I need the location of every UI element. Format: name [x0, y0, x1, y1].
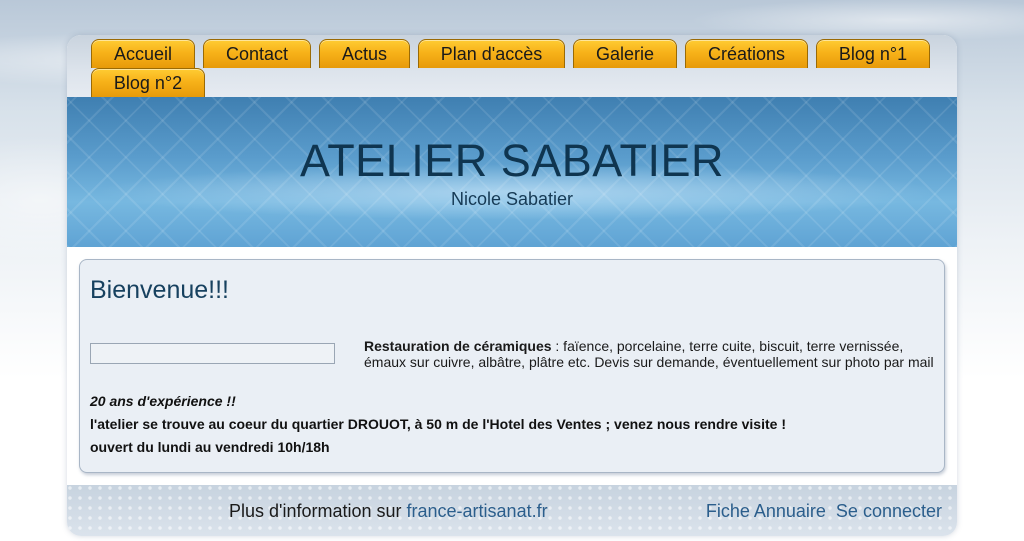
header-banner: ATELIER SABATIER Nicole Sabatier [67, 97, 957, 247]
services-description: Restauration de céramiques : faïence, po… [364, 338, 934, 370]
location-text: l'atelier se trouve au coeur du quartier… [90, 416, 786, 432]
footer-info: Plus d'information sur france-artisanat.… [229, 501, 548, 522]
tab-blog-2[interactable]: Blog n°2 [91, 68, 205, 97]
tab-galerie[interactable]: Galerie [573, 39, 677, 68]
tab-creations[interactable]: Créations [685, 39, 808, 68]
fiche-annuaire-link[interactable]: Fiche Annuaire [706, 501, 826, 521]
footer: Plus d'information sur france-artisanat.… [67, 485, 957, 536]
tab-contact[interactable]: Contact [203, 39, 311, 68]
tab-accueil[interactable]: Accueil [91, 39, 195, 68]
tab-blog-1[interactable]: Blog n°1 [816, 39, 930, 68]
main-navigation: Accueil Contact Actus Plan d'accès Galer… [67, 35, 957, 97]
welcome-panel: Bienvenue!!! Restauration de céramiques … [79, 259, 945, 473]
opening-hours: ouvert du lundi au vendredi 10h/18h [90, 439, 330, 455]
tab-plan-acces[interactable]: Plan d'accès [418, 39, 565, 68]
page-heading: Bienvenue!!! [90, 276, 229, 304]
tab-actus[interactable]: Actus [319, 39, 410, 68]
site-subtitle: Nicole Sabatier [450, 189, 574, 209]
france-artisanat-link[interactable]: france-artisanat.fr [407, 501, 548, 521]
experience-text: 20 ans d'expérience !! [90, 393, 236, 409]
site-title: ATELIER SABATIER [300, 135, 724, 186]
image-placeholder [90, 343, 335, 364]
site-frame: Accueil Contact Actus Plan d'accès Galer… [67, 35, 957, 536]
login-link[interactable]: Se connecter [836, 501, 942, 521]
footer-info-prefix: Plus d'information sur [229, 501, 407, 521]
services-title: Restauration de céramiques [364, 338, 552, 354]
footer-links: Fiche Annuaire Se connecter [706, 501, 942, 522]
